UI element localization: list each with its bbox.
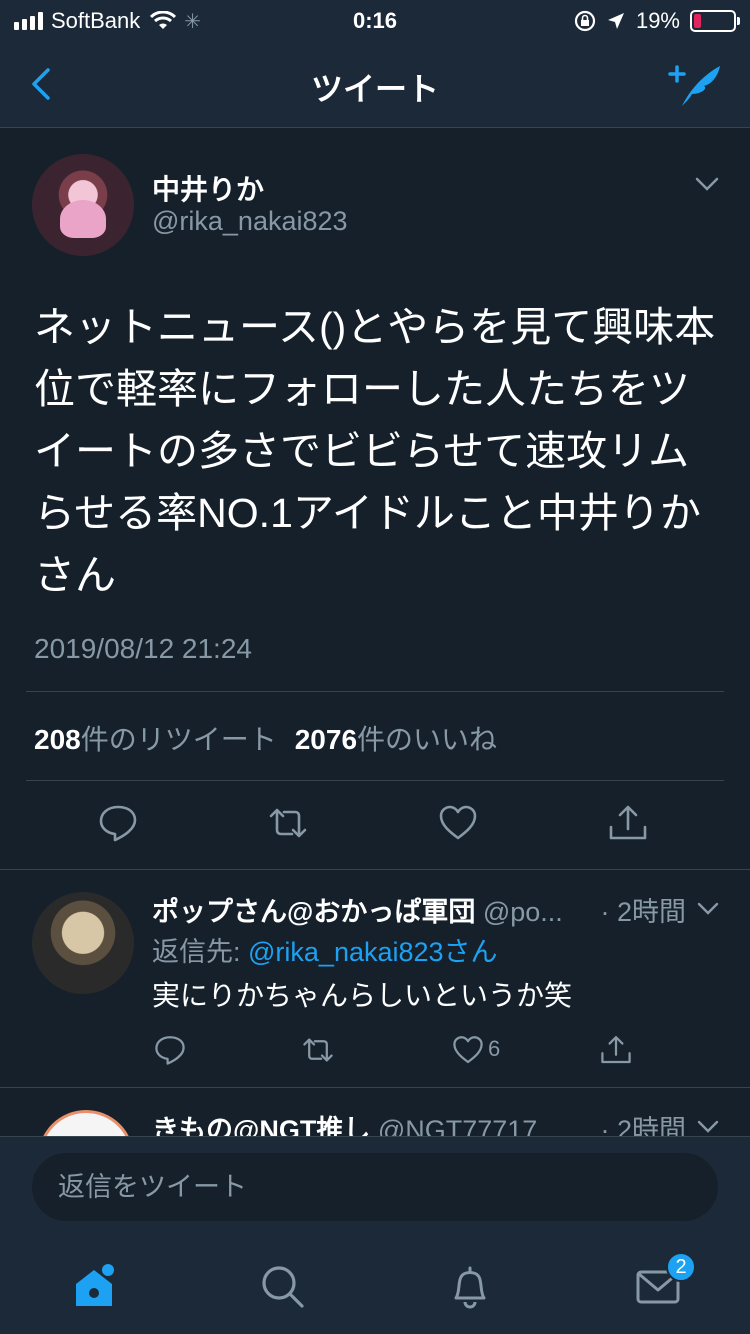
like-count: 2076 — [294, 724, 358, 755]
retweet-icon[interactable] — [302, 1034, 334, 1066]
reply-like-count: 6 — [488, 1036, 501, 1061]
reply-to-link[interactable]: @rika_nakai823さん — [248, 937, 498, 967]
reply-to-line: 返信先: @rika_nakai823さん — [152, 930, 498, 969]
chevron-down-icon[interactable] — [696, 1118, 720, 1136]
retweet-label: 件のリツイート — [80, 724, 277, 755]
reply-icon[interactable] — [98, 803, 138, 843]
chevron-down-icon[interactable] — [694, 174, 720, 194]
search-icon[interactable] — [258, 1262, 306, 1310]
reply-icon[interactable] — [154, 1034, 186, 1066]
tweet-actions — [0, 803, 750, 847]
navigation-bar: ツイート — [0, 42, 750, 128]
reply-text: 実にりかちゃんらしいというか笑 — [152, 980, 573, 1011]
chevron-down-icon[interactable] — [696, 900, 720, 918]
retweet-count: 208 — [34, 724, 81, 755]
retweet-icon[interactable] — [268, 803, 308, 843]
battery-percent: 19% — [635, 8, 680, 33]
status-right: 19% — [574, 8, 740, 34]
tweet-timestamp: 2019/08/12 21:24 — [34, 633, 252, 664]
avatar[interactable] — [32, 892, 134, 994]
share-icon[interactable] — [608, 803, 648, 843]
battery-level — [694, 14, 701, 28]
reply-actions: 6 — [0, 1034, 750, 1070]
reply-author-name[interactable]: ポップさん@おかっぱ軍団 — [152, 897, 475, 927]
home-icon[interactable] — [70, 1262, 118, 1310]
retweet-stat[interactable]: 208件のリツイート — [34, 724, 277, 755]
reply-author-handle[interactable]: @po... — [483, 897, 563, 927]
page-title: ツイート — [310, 71, 439, 107]
divider — [26, 691, 724, 692]
like-icon[interactable] — [438, 803, 478, 843]
messages-badge: 2 — [666, 1252, 696, 1282]
like-stat[interactable]: 2076件のいいね — [295, 724, 497, 755]
rotation-lock-icon — [574, 10, 596, 32]
tweet-detail: 中井りか @rika_nakai823 ネットニュース()とやらを見て興味本位で… — [0, 128, 750, 870]
tweet-text: ネットニュース()とやらを見て興味本位で軽率にフォローした人たちをツイートの多さ… — [34, 304, 716, 598]
battery-icon — [690, 10, 740, 32]
tweet-stats: 208件のリツイート 2076件のいいね — [34, 718, 497, 758]
author-name[interactable]: 中井りか — [152, 168, 264, 208]
status-bar: SoftBank ✳ 0:16 19% — [0, 0, 750, 42]
notifications-icon[interactable] — [446, 1262, 494, 1310]
reply-input[interactable] — [32, 1153, 718, 1221]
author-handle[interactable]: @rika_nakai823 — [152, 206, 348, 237]
compose-tweet-icon[interactable] — [668, 60, 724, 110]
reply-time: · 2時間 — [594, 890, 686, 929]
tab-bar — [0, 1240, 750, 1334]
divider — [26, 780, 724, 781]
like-label: 件のいいね — [357, 724, 498, 755]
reply-composer — [0, 1136, 750, 1240]
reply-to-prefix: 返信先: — [152, 937, 249, 967]
avatar[interactable] — [32, 154, 134, 256]
share-icon[interactable] — [600, 1034, 632, 1066]
like-icon[interactable] — [452, 1034, 484, 1066]
location-arrow-icon — [607, 13, 624, 29]
reply-tweet[interactable]: ポップさん@おかっぱ軍団 @po... · 2時間 返信先: @rika_nak… — [0, 870, 750, 1088]
